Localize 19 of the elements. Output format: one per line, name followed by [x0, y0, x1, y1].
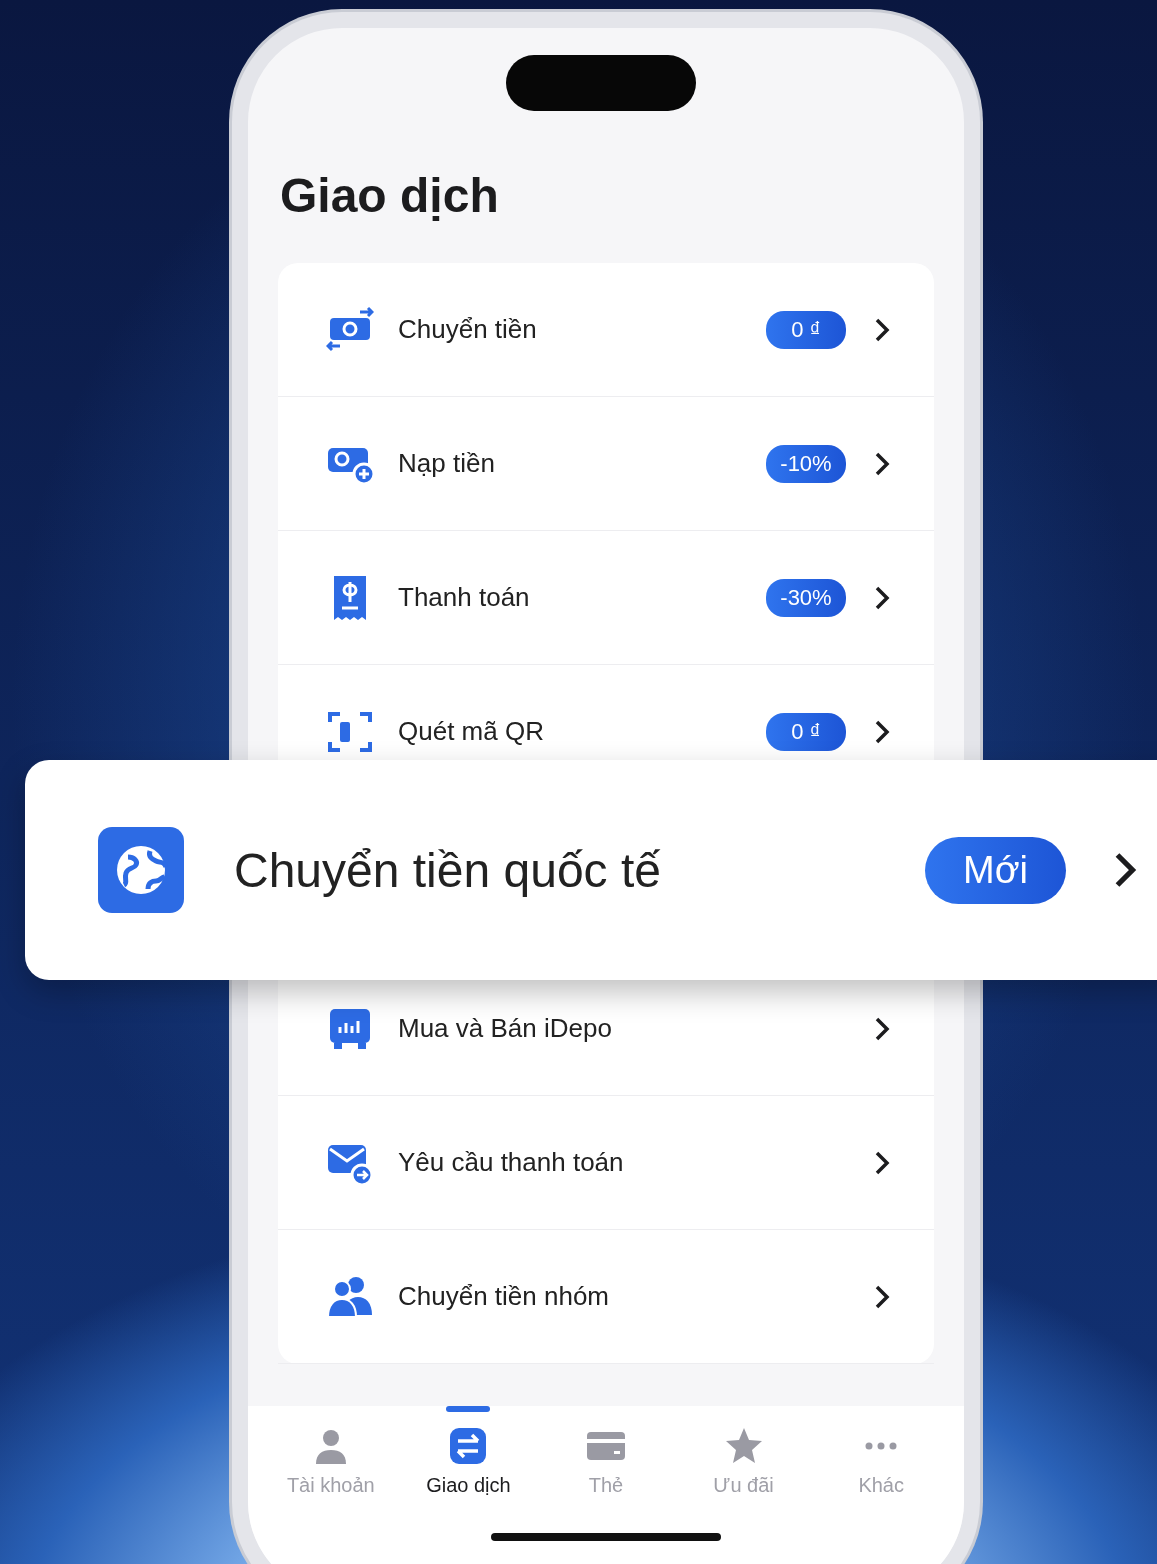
new-badge: Mới — [925, 836, 1066, 904]
menu-item-label[interactable]: Nạp tiền — [398, 448, 495, 479]
menu-item-label[interactable]: Quét mã QR — [398, 716, 544, 747]
globe-icon — [98, 827, 184, 913]
nav-tab[interactable]: Giao dịch — [399, 1406, 538, 1564]
promo-badge: 0 ₫ — [766, 712, 846, 751]
menu-item-label[interactable]: Thanh toán — [398, 582, 530, 613]
highlight-label: Chuyển tiền quốc tế — [234, 842, 662, 898]
highlight-card[interactable]: Chuyển tiền quốc tế Mới — [25, 760, 1157, 980]
menu-item-label[interactable]: Chuyển tiền nhóm — [398, 1281, 610, 1312]
screen-title: Giao dịch — [280, 168, 500, 223]
promo-badge: 0 ₫ — [766, 310, 846, 349]
menu-item-label[interactable]: Chuyển tiền — [398, 314, 537, 345]
menu-item-label[interactable]: Yêu cầu thanh toán — [398, 1147, 624, 1178]
transfer-icon — [326, 305, 374, 354]
promo-badge: -30% — [766, 578, 846, 617]
swap-icon — [448, 1426, 489, 1466]
promo-badge: -10% — [766, 444, 846, 483]
menu-item-label[interactable]: Mua và Bán iDepo — [398, 1013, 612, 1044]
